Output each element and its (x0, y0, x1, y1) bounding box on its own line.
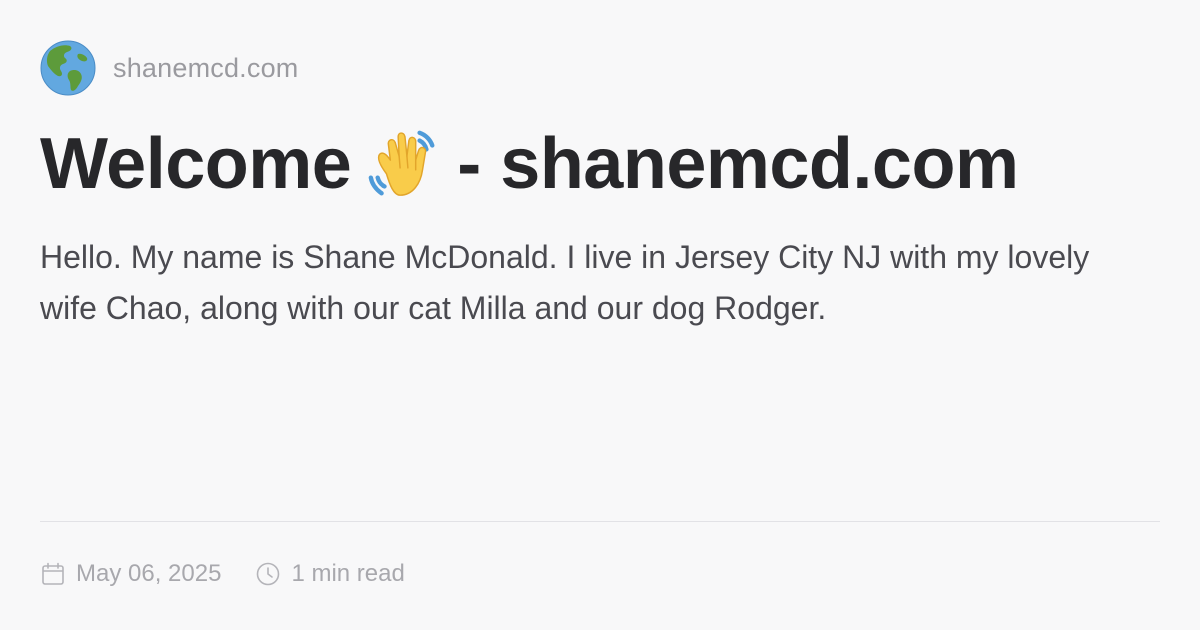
read-time: 1 min read (255, 560, 405, 588)
site-header: shanemcd.com (40, 40, 298, 96)
title-text-end: - shanemcd.com (457, 124, 1019, 204)
clock-icon (257, 562, 280, 586)
post-date-text: May 06, 2025 (76, 560, 222, 587)
globe-americas-icon (40, 40, 96, 96)
footer-divider (40, 521, 1160, 522)
post-meta: May 06, 2025 1 min read (40, 556, 405, 592)
waving-hand-icon (368, 130, 435, 196)
calendar-icon (42, 562, 64, 585)
post-date: May 06, 2025 (40, 560, 221, 588)
read-time-text: 1 min read (291, 560, 405, 587)
social-card: shanemcd.com Welcome - shanemcd.com Hell… (0, 0, 1200, 630)
title-text-start: Welcome (40, 124, 352, 204)
site-name[interactable]: shanemcd.com (113, 53, 298, 84)
page-description: Hello. My name is Shane McDonald. I live… (40, 239, 1090, 326)
page-title: Welcome - shanemcd.com (40, 122, 1019, 206)
